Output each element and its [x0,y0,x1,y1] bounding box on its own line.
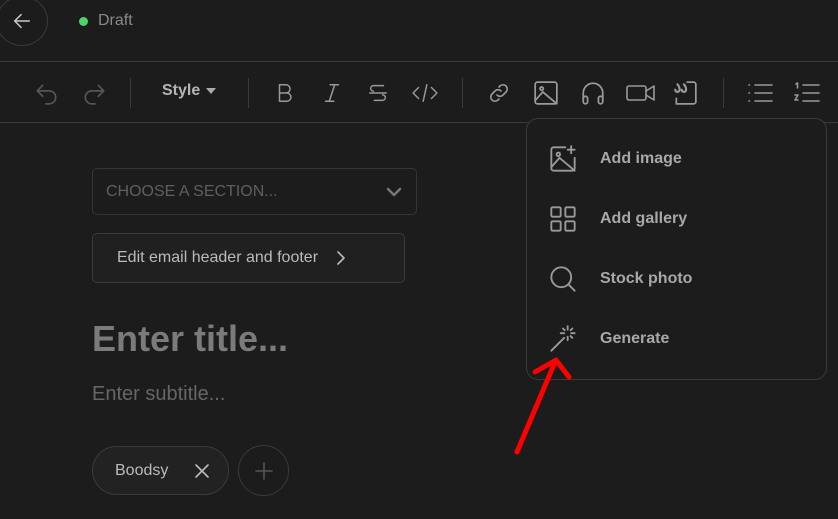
style-dropdown[interactable]: Style [162,82,217,100]
chevron-right-icon [337,251,345,265]
subtitle-input[interactable]: Enter subtitle... [92,383,225,406]
bold-icon [278,84,292,102]
edit-header-footer-label: Edit email header and footer [117,249,319,266]
quote-button[interactable] [672,80,698,106]
image-icon [534,81,558,105]
code-button[interactable] [412,80,438,106]
magic-wand-icon [550,325,576,352]
image-insert-menu: Add image Add gallery Stock photo Genera… [526,118,827,380]
undo-icon [36,84,57,105]
grid-icon [550,206,576,232]
annotation-arrow [514,357,572,455]
bullet-list-icon [748,84,773,102]
edit-header-footer-button[interactable]: Edit email header and footer [92,233,405,283]
tag-label: Boodsy [115,461,169,479]
menu-item-stock-photo[interactable]: Stock photo [549,264,692,294]
quote-icon [674,81,697,105]
video-icon [626,85,655,101]
code-icon [412,84,438,102]
headphones-icon [582,82,604,105]
link-icon [489,83,509,103]
italic-icon [324,84,340,102]
remove-tag-icon[interactable] [194,463,210,479]
numbered-list-icon [794,82,820,102]
caret-down-icon [206,88,217,94]
menu-item-label: Add gallery [600,210,688,227]
bullet-list-button[interactable] [747,80,773,106]
image-plus-icon [550,145,576,172]
section-select[interactable]: CHOOSE A SECTION... [92,168,417,215]
link-button[interactable] [486,80,512,106]
menu-item-add-image[interactable]: Add image [549,144,682,174]
bold-button[interactable] [272,80,298,106]
numbered-list-button[interactable] [794,80,820,106]
redo-icon [84,84,105,105]
search-icon [550,266,576,292]
status-indicator: Draft [79,12,133,30]
image-button[interactable] [533,80,559,106]
video-button[interactable] [625,80,657,106]
add-tag-button[interactable] [238,445,289,496]
status-dot [79,16,88,26]
italic-button[interactable] [319,80,345,106]
plus-icon [254,461,273,480]
formatting-toolbar: Style [0,61,838,123]
menu-item-label: Add image [600,150,682,167]
style-label: Style [162,82,201,99]
chevron-down-icon [386,187,402,196]
menu-item-label: Generate [600,330,670,347]
strikethrough-button[interactable] [365,80,391,106]
redo-button[interactable] [81,80,107,106]
audio-button[interactable] [580,80,606,106]
menu-item-label: Stock photo [600,270,693,287]
strikethrough-icon [369,84,387,102]
arrow-left-icon [13,13,31,29]
tag-chip: Boodsy [92,446,229,495]
status-text: Draft [98,12,133,29]
title-input[interactable]: Enter title... [92,318,288,360]
section-placeholder: CHOOSE A SECTION... [106,182,278,200]
menu-item-add-gallery[interactable]: Add gallery [549,204,687,234]
back-button[interactable] [0,0,48,46]
undo-button[interactable] [34,80,60,106]
